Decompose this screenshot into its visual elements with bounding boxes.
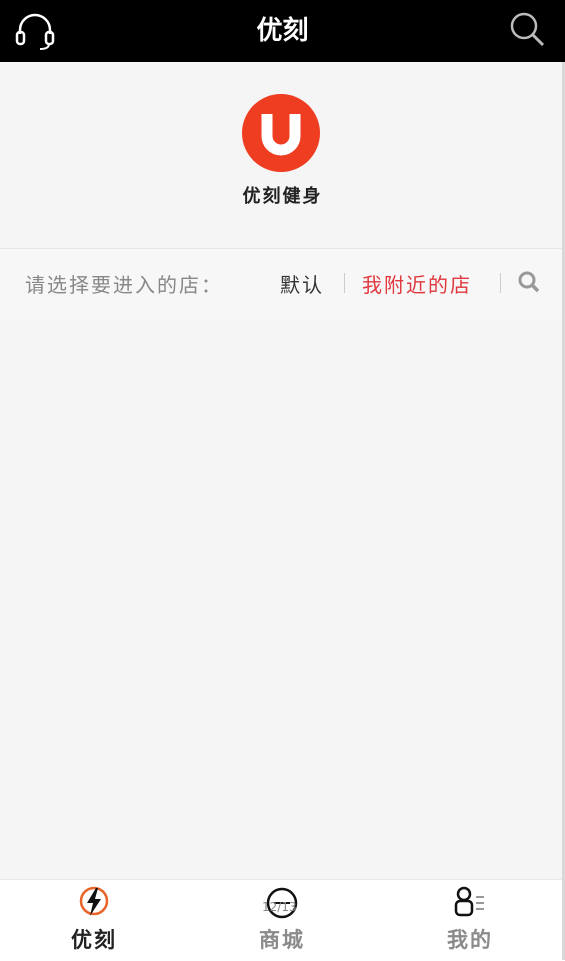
option-nearby-stores[interactable]: 我附近的店 xyxy=(362,249,472,319)
lightning-icon xyxy=(74,884,114,920)
page-indicator: 12/13 xyxy=(262,900,297,914)
tab-label: 商城 xyxy=(259,927,305,952)
divider xyxy=(344,273,345,293)
bottom-tab-bar: 优刻 商城 我的 xyxy=(0,879,565,961)
brand-section: 优刻健身 xyxy=(0,62,565,247)
divider xyxy=(500,273,501,293)
store-list-area xyxy=(0,319,565,879)
brand-logo xyxy=(242,94,320,172)
profile-icon xyxy=(450,884,490,920)
tab-shop[interactable]: 商城 xyxy=(188,880,376,961)
store-select-prompt: 请选择要进入的店： xyxy=(25,273,223,297)
option-default[interactable]: 默认 xyxy=(280,249,324,319)
tab-youke[interactable]: 优刻 xyxy=(0,880,188,961)
top-bar: 优刻 xyxy=(0,0,565,62)
search-icon[interactable] xyxy=(505,8,551,54)
tab-label: 优刻 xyxy=(71,927,117,952)
tab-label: 我的 xyxy=(447,927,493,952)
page-title: 优刻 xyxy=(256,16,309,46)
brand-name: 优刻健身 xyxy=(242,186,323,207)
store-selector-bar: 请选择要进入的店： 默认 我附近的店 xyxy=(0,248,565,320)
tab-mine[interactable]: 我的 xyxy=(376,880,564,961)
store-search-icon[interactable] xyxy=(516,269,542,295)
